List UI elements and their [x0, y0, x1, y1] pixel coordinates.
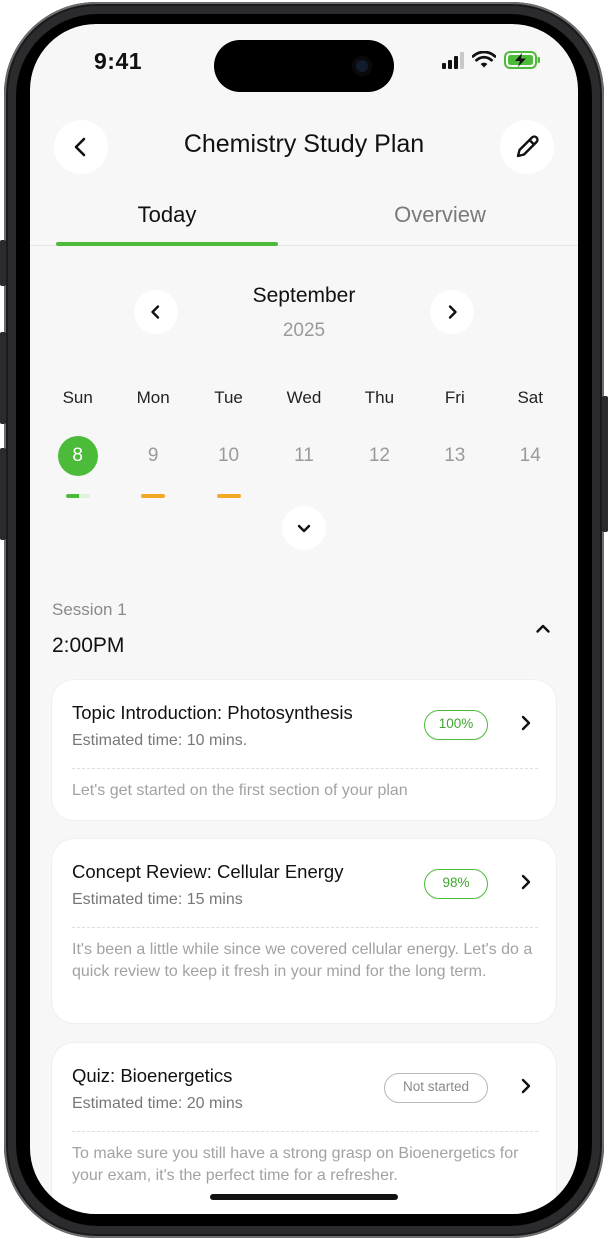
weekday-label: Tue	[214, 388, 243, 407]
task-card-cellular-energy[interactable]: Concept Review: Cellular Energy Estimate…	[52, 839, 556, 1023]
card-divider	[72, 1131, 538, 1132]
status-time: 9:41	[94, 48, 143, 74]
chevron-right-icon	[521, 715, 531, 731]
expand-calendar-button[interactable]	[282, 506, 326, 550]
wifi-icon	[472, 51, 496, 68]
chevron-right-icon	[521, 874, 531, 890]
day-number: 13	[444, 445, 466, 466]
task-description: It's been a little while since we covere…	[72, 941, 533, 980]
next-month-button[interactable]	[430, 290, 474, 334]
chevron-down-icon	[297, 524, 311, 533]
cellular-signal-icon	[442, 51, 464, 69]
weekday-label: Fri	[444, 388, 465, 407]
tab-overview[interactable]: Overview	[328, 202, 552, 246]
collapse-session-button[interactable]	[534, 620, 552, 643]
task-title: Quiz: Bioenergetics	[72, 1065, 233, 1086]
calendar-day-8[interactable]: 8	[40, 436, 115, 506]
task-estimate: Estimated time: 15 mins	[72, 891, 243, 908]
status-badge: Not started	[384, 1073, 488, 1103]
day-number: 11	[294, 445, 314, 466]
weekday-label: Sat	[517, 388, 543, 407]
page-title: Chemistry Study Plan	[183, 130, 425, 158]
weekday-label: Sun	[62, 388, 93, 407]
day-number: 8	[57, 436, 98, 476]
task-card-photosynthesis[interactable]: Topic Introduction: Photosynthesis Estim…	[52, 680, 556, 820]
task-card-bioenergetics[interactable]: Quiz: Bioenergetics Estimated time: 20 m…	[52, 1043, 556, 1214]
calendar-year: 2025	[282, 320, 326, 341]
calendar-day-12[interactable]: 12	[342, 436, 417, 506]
task-description: To make sure you still have a strong gra…	[72, 1145, 519, 1184]
status-badge: 100%	[424, 710, 488, 740]
home-indicator[interactable]	[210, 1194, 398, 1200]
battery-charging-icon	[504, 51, 540, 69]
open-task-button[interactable]	[518, 1077, 534, 1100]
session-time: 2:00PM	[52, 634, 125, 657]
session-label: Session 1	[52, 600, 127, 619]
weekday-header: Sun Mon Tue Wed Thu Fri Sat	[40, 388, 568, 408]
pending-indicator	[216, 494, 241, 498]
weekday-label: Wed	[286, 388, 322, 407]
calendar-month: September	[252, 284, 356, 307]
card-divider	[72, 927, 538, 928]
calendar-day-13[interactable]: 13	[417, 436, 492, 506]
task-estimate: Estimated time: 10 mins.	[72, 732, 248, 749]
open-task-button[interactable]	[518, 873, 534, 896]
progress-indicator	[65, 494, 90, 498]
calendar-day-9[interactable]: 9	[115, 436, 190, 506]
tab-bar: Today Overview	[30, 202, 578, 246]
calendar-day-14[interactable]: 14	[493, 436, 568, 506]
dynamic-island	[214, 40, 394, 92]
calendar-day-11[interactable]: 11	[266, 436, 341, 506]
pending-indicator	[141, 494, 166, 498]
task-title: Topic Introduction: Photosynthesis	[72, 702, 353, 723]
day-number: 12	[368, 445, 390, 466]
task-description: Let's get started on the first section o…	[72, 782, 408, 799]
app-screen: 9:41 Chemistry Study Plan Today Overview…	[30, 24, 578, 1214]
tab-today[interactable]: Today	[56, 202, 278, 246]
chevron-right-icon	[521, 1078, 531, 1094]
task-estimate: Estimated time: 20 mins	[72, 1095, 243, 1112]
day-number: 14	[519, 445, 541, 466]
chevron-up-icon	[536, 624, 550, 633]
day-number: 9	[147, 445, 159, 466]
active-tab-indicator	[56, 242, 278, 246]
camera-icon	[352, 56, 372, 76]
calendar-week: 8 9 10 11 12 13 14	[40, 436, 568, 506]
pencil-icon	[516, 135, 539, 158]
open-task-button[interactable]	[518, 714, 534, 737]
task-title: Concept Review: Cellular Energy	[72, 861, 344, 882]
weekday-label: Mon	[136, 388, 170, 407]
edit-button[interactable]	[500, 120, 554, 174]
day-number: 10	[217, 445, 240, 466]
status-badge: 98%	[424, 869, 488, 899]
calendar-day-10[interactable]: 10	[191, 436, 266, 506]
chevron-right-icon	[448, 305, 457, 319]
status-icons	[442, 50, 542, 70]
weekday-label: Thu	[364, 388, 395, 407]
card-divider	[72, 768, 538, 769]
